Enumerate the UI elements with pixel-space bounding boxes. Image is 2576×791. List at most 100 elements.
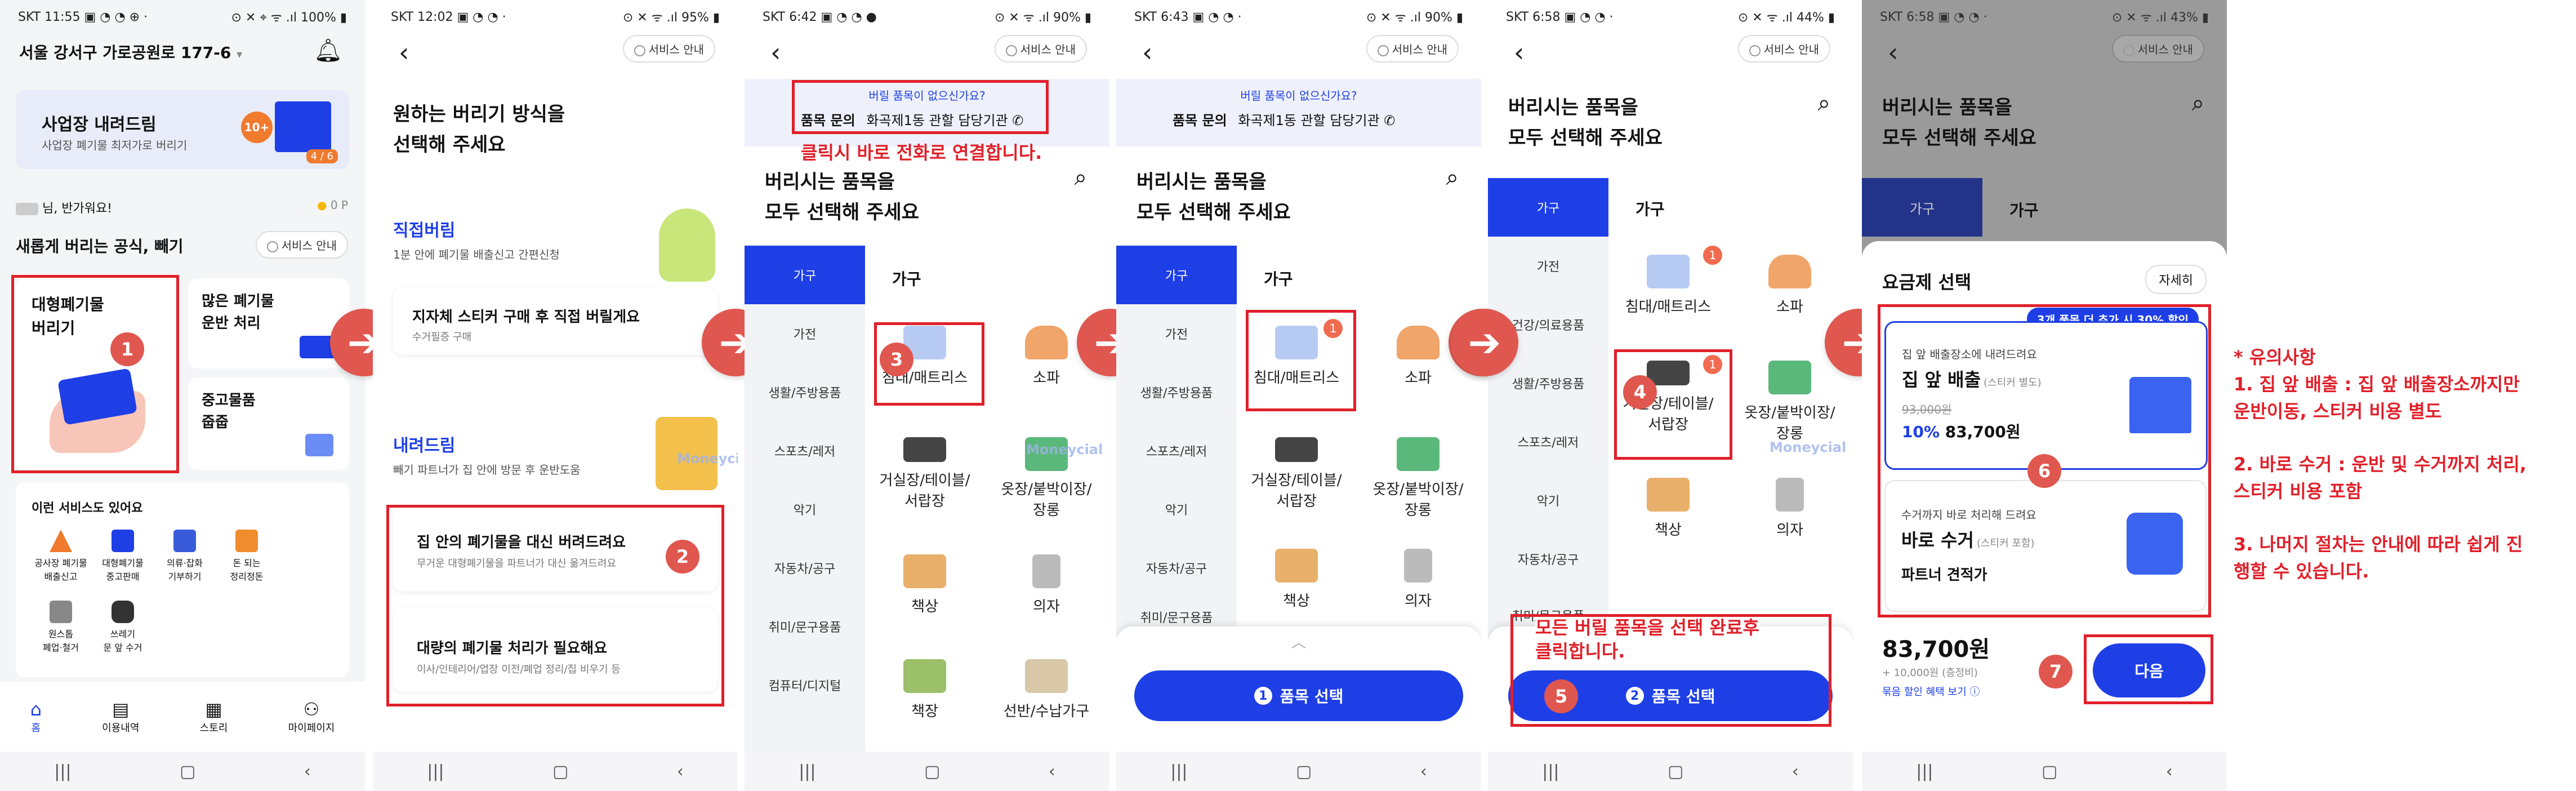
service-guide-button[interactable]: 서비스 안내 [1366,35,1459,63]
chevron-up-icon[interactable]: ︿ [1116,631,1481,652]
back-nav-icon[interactable]: ‹ [304,762,311,781]
category-item[interactable]: 가구 [745,246,865,304]
category-item[interactable]: 컴퓨터/디지털 [745,656,865,714]
home-button-icon[interactable]: ▢ [552,762,568,781]
recent-apps-icon[interactable]: ||| [1170,762,1187,781]
user-name-placeholder [16,203,38,215]
item-desk[interactable]: 책상 [868,554,981,616]
card-used-goods[interactable]: 중고물품 줍줍 [188,377,349,470]
category-item[interactable]: 스포츠/레저 [1116,421,1237,480]
category-item[interactable]: 가전 [1488,237,1608,295]
service-guide-button[interactable]: 서비스 안내 [255,231,348,259]
guide-label: 서비스 안내 [281,239,337,252]
home-button-icon[interactable]: ▢ [180,762,195,781]
back-arrow-icon[interactable]: ‹ [770,39,781,65]
home-button-icon[interactable]: ▢ [924,762,940,781]
category-item[interactable]: 자동차/공구 [1116,539,1237,597]
recent-apps-icon[interactable]: ||| [54,762,71,781]
category-item[interactable]: 스포츠/레저 [745,421,865,480]
banner-subtitle: 사업장 폐기물 최저가로 버리기 [42,139,188,152]
recent-apps-icon[interactable]: ||| [1916,762,1933,781]
item-chair[interactable]: 의자 [1733,478,1846,539]
sticker-option[interactable]: 지자체 스티커 구매 후 직접 버릴게요 수거필증 구매 [393,287,717,355]
tab-mypage[interactable]: ⚇ 마이페이지 [288,699,335,735]
home-button-icon[interactable]: ▢ [1668,762,1683,781]
category-item[interactable]: 스포츠/레저 [1488,412,1608,471]
bell-icon[interactable]: 🔔︎ [314,37,342,64]
back-nav-icon[interactable]: ‹ [677,762,684,781]
detail-button[interactable]: 자세히 [2145,265,2207,294]
recent-apps-icon[interactable]: ||| [427,762,444,781]
category-item[interactable]: 취미/문구용품 [745,597,865,656]
guide-label: 서비스 안내 [1020,43,1076,56]
item-desk[interactable]: 책상 [1240,549,1353,610]
item-label: 의자 [1033,598,1060,615]
back-arrow-icon[interactable]: ‹ [1142,39,1152,65]
back-nav-icon[interactable]: ‹ [1792,762,1799,781]
item-cabinet[interactable]: 거실장/테이블/ 서랍장 [1240,437,1353,510]
bundle-discount-link[interactable]: 묶음 할인 혜택 보기 ⓘ [1882,684,1980,699]
address-selector[interactable]: 서울 강서구 가로공원로 177-6 ▾ [19,41,242,63]
service-guide-button[interactable]: 서비스 안내 [994,35,1087,63]
service-guide-button[interactable]: 서비스 안내 [622,35,715,63]
item-desk[interactable]: 책상 [1612,478,1724,539]
search-icon[interactable]: ⌕ [1818,90,1830,116]
item-wardrobe[interactable]: 옷장/붙박이장/ 장롱 [1362,437,1474,519]
recent-apps-icon[interactable]: ||| [799,762,815,781]
service-item[interactable]: 돈 되는 정리정돈 [219,530,275,583]
back-arrow-icon[interactable]: ‹ [399,39,409,65]
category-tab-selected[interactable]: 가구 [1862,178,1982,237]
category-item[interactable]: 자동차/공구 [745,539,865,597]
back-nav-icon[interactable]: ‹ [1420,762,1427,781]
category-item[interactable]: 생활/주방용품 [745,363,865,421]
back-nav-icon[interactable]: ‹ [1049,762,1055,781]
service-item[interactable]: 쓰레기 문 앞 수거 [95,601,151,654]
item-sofa[interactable]: 소파 [1733,255,1846,316]
tab-story[interactable]: ▦ 스토리 [200,699,228,735]
card-many-waste[interactable]: 많은 폐기물 운반 처리 [188,278,349,368]
back-arrow-icon[interactable]: ‹ [1514,39,1524,65]
points[interactable]: ● 0 P [317,198,348,212]
item-cabinet[interactable]: 거실장/테이블/ 서랍장 [868,437,981,510]
service-item[interactable]: 대형폐기물 중고판매 [95,530,151,583]
cone-icon [50,530,72,552]
category-item[interactable]: 악기 [745,480,865,539]
back-nav-icon[interactable]: ‹ [2166,762,2173,781]
item-chair[interactable]: 의자 [1362,549,1474,610]
service-guide-button[interactable]: 서비스 안내 [1737,35,1830,63]
item-wardrobe[interactable]: 옷장/붙박이장/ 장롱 [1733,361,1846,443]
search-icon[interactable]: ⌕ [2192,90,2204,116]
tab-history[interactable]: ▤ 이용내역 [102,699,139,735]
item-chair[interactable]: 의자 [990,554,1103,616]
category-item[interactable]: 가구 [1488,178,1608,237]
person-icon: ⚇ [303,699,320,720]
back-arrow-icon[interactable]: ‹ [1888,39,1898,65]
item-bed[interactable]: 침대/매트리스 [1612,255,1724,316]
tab-home[interactable]: ⌂ 홈 [30,699,42,735]
category-item[interactable]: 자동차/공구 [1488,530,1608,588]
category-item[interactable]: 가전 [745,304,865,363]
inquiry-phone-link[interactable]: 품목 문의 화곡제1동 관할 담당기관 ✆ [1173,109,1395,129]
search-icon[interactable]: ⌕ [1075,165,1087,190]
category-item[interactable]: 생활/주방용품 [1116,363,1237,421]
select-items-button[interactable]: 1 품목 선택 [1134,670,1463,721]
screen-method-select: SKT 12:02 ▣ ◔ ◔ · ⊙ ✕ ᯤ .ıl 95% ▮ ‹ 서비스 … [373,0,738,791]
category-item[interactable]: 악기 [1488,471,1608,530]
service-item[interactable]: 공사장 폐기물 배출신고 [33,530,89,583]
category-item[interactable]: 가구 [1116,246,1237,304]
service-item[interactable]: 원스톱 폐업·철거 [33,601,89,654]
search-icon[interactable]: ⌕ [1446,165,1459,190]
desk-icon [1275,549,1318,583]
callout-phone: 클릭시 바로 전화로 연결합니다. [801,142,1042,163]
promo-banner[interactable]: 사업장 내려드림 사업장 폐기물 최저가로 버리기 10+ 4 / 6 [16,90,349,169]
item-label: 책상 [1283,593,1310,610]
item-shelf[interactable]: 선반/수납가구 [990,659,1103,721]
service-guide-button[interactable]: 서비스 안내 [2111,35,2204,63]
service-item[interactable]: 의류·잡화 기부하기 [157,530,213,583]
item-bookshelf[interactable]: 책장 [868,659,981,721]
category-item[interactable]: 가전 [1116,304,1237,363]
home-button-icon[interactable]: ▢ [1296,762,1312,781]
home-button-icon[interactable]: ▢ [2042,762,2057,781]
recent-apps-icon[interactable]: ||| [1542,762,1559,781]
category-item[interactable]: 악기 [1116,480,1237,539]
